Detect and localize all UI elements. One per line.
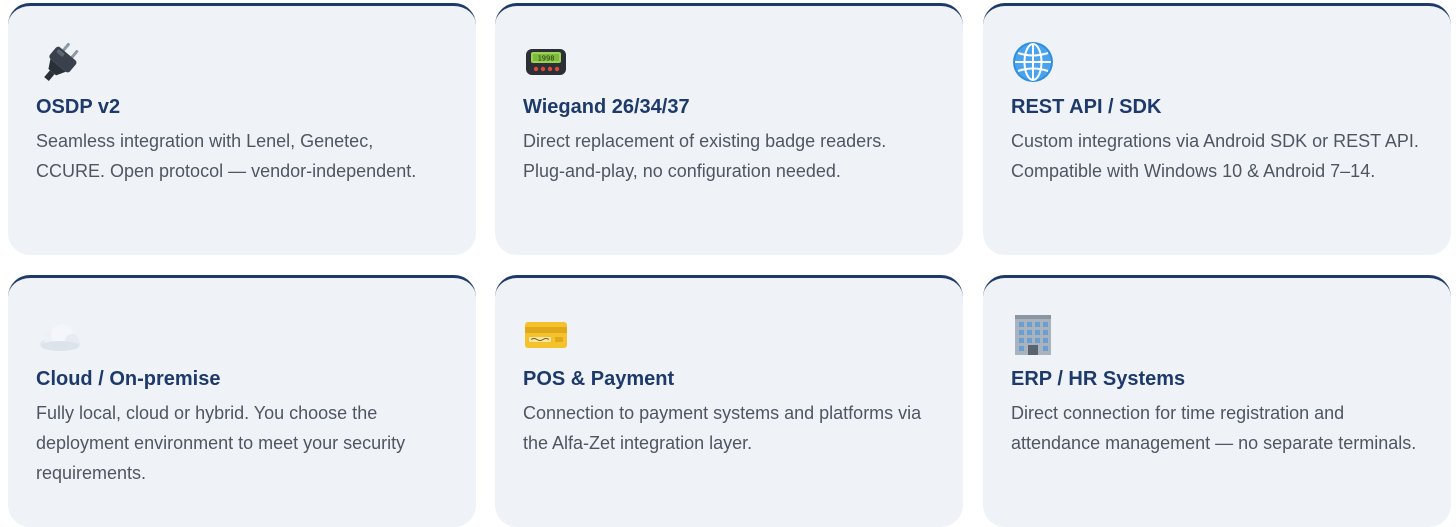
card-description: Custom integrations via Android SDK or R… — [1011, 131, 1419, 181]
integration-card-rest-api: REST API / SDK Custom integrations via A… — [983, 3, 1451, 255]
card-description: Fully local, cloud or hybrid. You choose… — [36, 403, 406, 483]
card-description: Seamless integration with Lenel, Genetec… — [36, 131, 417, 181]
pager-icon: 1998 — [523, 39, 571, 85]
integration-card-osdp: OSDP v2 Seamless integration with Lenel,… — [8, 3, 476, 255]
card-title: Cloud / On-premise — [36, 368, 221, 390]
integration-card-cloud: Cloud / On-premise Fully local, cloud or… — [8, 275, 476, 527]
card-title: OSDP v2 — [36, 96, 121, 118]
cloud-icon — [36, 311, 84, 357]
card-description: Direct replacement of existing badge rea… — [523, 131, 887, 181]
card-title: Wiegand 26/34/37 — [523, 96, 690, 118]
credit-card-icon — [523, 311, 571, 357]
integration-card-wiegand: 1998 Wiegand 26/34/37 Direct replacement… — [495, 3, 963, 255]
integration-card-erp: ERP / HR Systems Direct connection for t… — [983, 275, 1451, 527]
office-building-icon — [1011, 311, 1059, 357]
electric-plug-icon — [36, 39, 84, 85]
card-description: Direct connection for time registration … — [1011, 403, 1417, 453]
svg-text:1998: 1998 — [538, 55, 555, 63]
card-title: REST API / SDK — [1011, 96, 1162, 118]
integrations-grid: OSDP v2 Seamless integration with Lenel,… — [0, 0, 1456, 527]
globe-icon — [1011, 39, 1059, 85]
integration-card-pos: POS & Payment Connection to payment syst… — [495, 275, 963, 527]
card-description: Connection to payment systems and platfo… — [523, 403, 922, 453]
card-title: ERP / HR Systems — [1011, 368, 1186, 390]
card-title: POS & Payment — [523, 368, 675, 390]
